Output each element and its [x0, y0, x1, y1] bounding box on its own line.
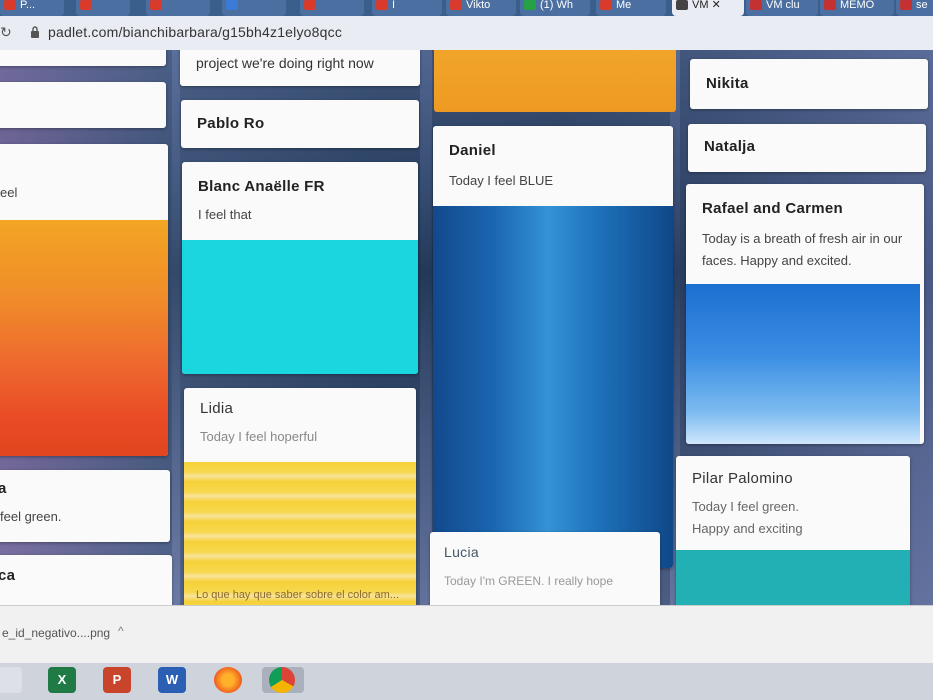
url-text[interactable]: padlet.com/bianchibarbara/g15bh4z1elyo8q… [48, 24, 342, 40]
post-title: Pablo Ro [197, 115, 265, 132]
post-text: eel [0, 185, 18, 200]
post-text: I feel that [198, 207, 252, 222]
browser-tab[interactable]: MEMO [820, 0, 894, 16]
post-card[interactable]: Lucia Today I'm GREEN. I really hope [430, 532, 660, 605]
chrome-icon[interactable] [269, 667, 295, 693]
post-card[interactable]: Daniel Today I feel BLUE [433, 126, 673, 568]
post-title: Pilar Palomino [692, 470, 793, 487]
tab-favicon-icon [4, 0, 16, 10]
firefox-icon[interactable] [214, 667, 242, 693]
post-text: Happy and exciting [692, 521, 803, 536]
chevron-up-icon[interactable]: ^ [118, 624, 124, 638]
post-title: Natalja [704, 138, 756, 155]
taskbar: X P W [0, 663, 933, 700]
download-bar: e_id_negativo....png ^ [0, 605, 933, 664]
post-image-blue-lights[interactable] [433, 206, 673, 568]
word-icon[interactable]: W [158, 667, 186, 693]
tab-favicon-icon [226, 0, 238, 10]
excel-icon[interactable]: X [48, 667, 76, 693]
browser-tab[interactable]: (1) Wh [520, 0, 590, 16]
post-image-orange-gradient[interactable] [0, 220, 168, 456]
post-title: Blanc Anaëlle FR [198, 178, 325, 195]
tab-favicon-icon [304, 0, 316, 10]
browser-tab[interactable]: VM clu [746, 0, 818, 16]
browser-tab[interactable]: se [896, 0, 933, 16]
post-text: project we're doing right now [196, 55, 374, 71]
post-text: feel green. [0, 509, 62, 524]
post-image-sky[interactable] [686, 284, 920, 444]
post-card[interactable]: Nikita [690, 59, 928, 109]
post-title: Lidia [200, 400, 234, 417]
post-image-turquoise[interactable] [182, 240, 418, 374]
tab-favicon-icon [750, 0, 762, 10]
post-title: Daniel [449, 142, 496, 159]
padlet-wall: eel a feel green. ca project we're doing… [0, 50, 933, 605]
post-text: Today I feel BLUE [449, 173, 554, 188]
browser-tab[interactable]: Ι [372, 0, 442, 16]
reload-icon[interactable]: ↻ [0, 24, 12, 41]
post-text: faces. Happy and excited. [702, 253, 852, 268]
address-bar[interactable]: ↻ padlet.com/bianchibarbara/g15bh4z1elyo… [0, 16, 933, 51]
browser-tab[interactable] [146, 0, 210, 16]
post-card[interactable] [0, 82, 166, 128]
close-tab-icon[interactable]: ✕ [712, 0, 721, 11]
browser-tab[interactable] [76, 0, 130, 16]
post-text: Today is a breath of fresh air in our [702, 231, 903, 246]
browser-tab[interactable]: Ρ... [0, 0, 64, 16]
post-card[interactable]: Blanc Anaëlle FR I feel that [182, 162, 418, 374]
browser-tab-strip: Ρ... Ι Vikto (1) Wh Me VM ✕ VM clu MEMO … [0, 0, 933, 16]
browser-tab[interactable]: Me [596, 0, 666, 16]
post-text: Today I feel green. [692, 499, 799, 514]
tab-favicon-icon [676, 0, 688, 10]
whatsapp-icon [524, 0, 536, 10]
browser-tab[interactable] [300, 0, 364, 16]
tab-favicon-icon [150, 0, 162, 10]
lock-icon [31, 26, 39, 38]
post-card[interactable]: a feel green. [0, 470, 170, 542]
post-card[interactable]: ca [0, 555, 172, 605]
tab-favicon-icon [450, 0, 462, 10]
tab-favicon-icon [600, 0, 612, 10]
taskbar-app-icon[interactable] [0, 667, 22, 693]
post-card[interactable] [0, 50, 166, 66]
post-card[interactable]: Rafael and Carmen Today is a breath of f… [686, 184, 924, 444]
post-title: ca [0, 567, 16, 584]
post-card[interactable]: Pablo Ro [181, 100, 419, 148]
post-card[interactable]: project we're doing right now [180, 50, 420, 86]
taskbar-active-slot[interactable] [262, 667, 304, 693]
post-image-caption: Lo que hay que saber sobre el color am..… [196, 589, 400, 601]
post-card[interactable]: Pilar Palomino Today I feel green. Happy… [676, 456, 910, 605]
post-text: Today I'm GREEN. I really hope [444, 574, 614, 588]
post-card[interactable]: eel [0, 144, 168, 456]
download-filename[interactable]: e_id_negativo....png [2, 626, 110, 640]
post-title: a [0, 480, 7, 497]
tab-favicon-icon [900, 0, 912, 10]
post-text: Today I feel hoperful [200, 429, 318, 444]
post-card[interactable]: Lidia Today I feel hoperful Lo que hay q… [184, 388, 416, 605]
post-image-orange[interactable] [434, 50, 676, 112]
post-image-green[interactable] [676, 550, 910, 605]
tab-favicon-icon [824, 0, 836, 10]
post-title: Lucia [444, 544, 479, 560]
browser-tab-active[interactable]: VM ✕ [672, 0, 744, 16]
powerpoint-icon[interactable]: P [103, 667, 131, 693]
post-title: Rafael and Carmen [702, 200, 843, 217]
tab-favicon-icon [80, 0, 92, 10]
post-card[interactable]: Natalja [688, 124, 926, 172]
post-title: Nikita [706, 75, 749, 92]
browser-tab[interactable]: Vikto [446, 0, 516, 16]
tab-favicon-icon [376, 0, 388, 10]
browser-tab[interactable] [222, 0, 286, 16]
